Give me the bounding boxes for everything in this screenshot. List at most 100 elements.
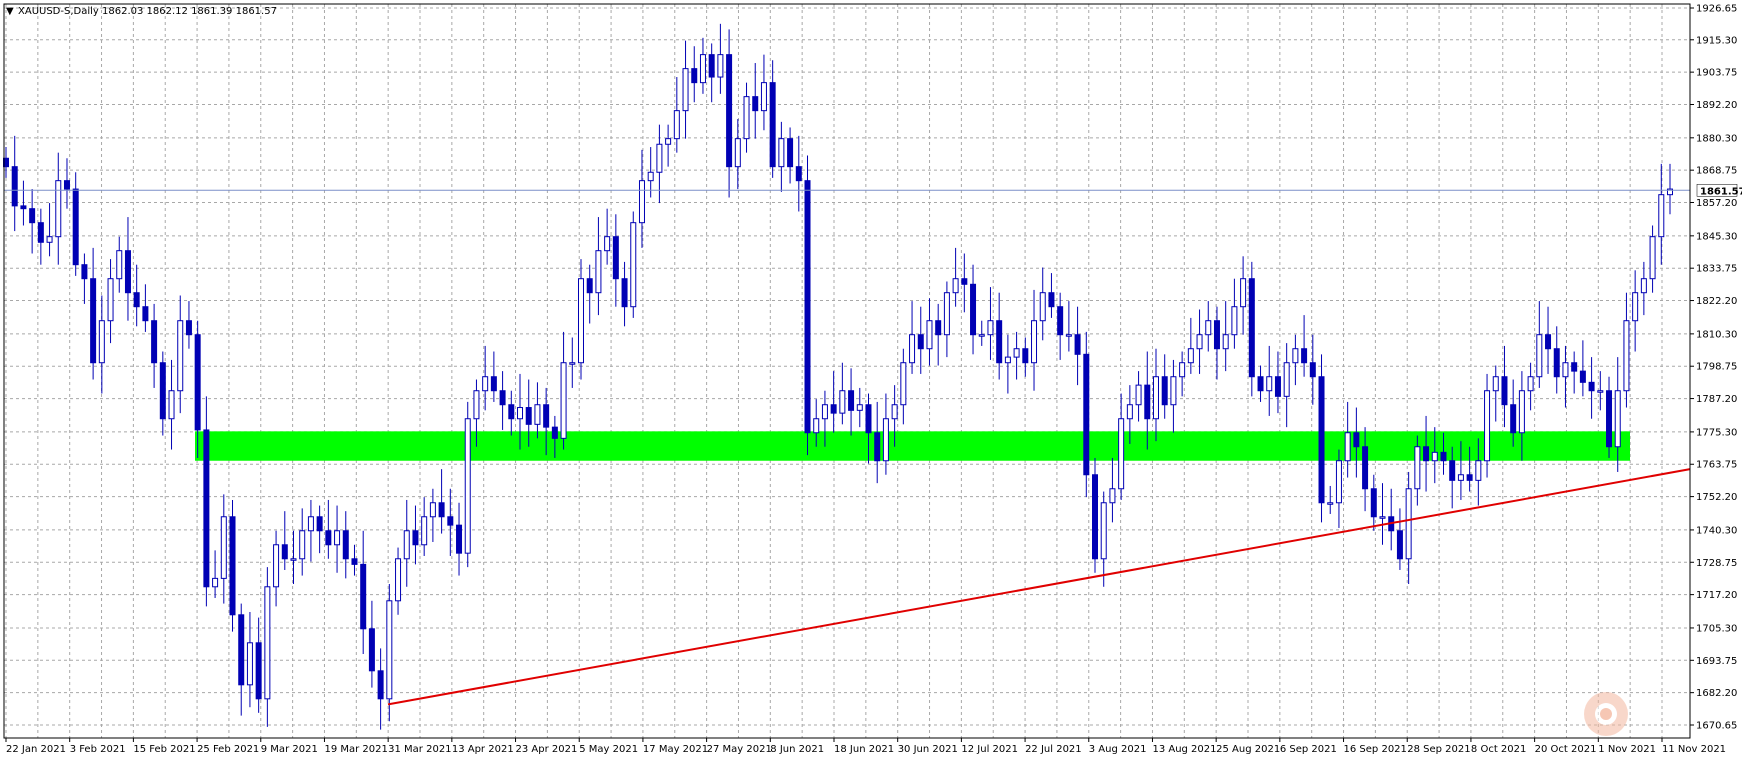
- x-tick-label: 13 Apr 2021: [452, 744, 514, 755]
- candle-body: [1126, 404, 1133, 420]
- y-tick-label: 1903.75: [1696, 68, 1737, 79]
- candle-body: [351, 558, 358, 565]
- x-tick-label: 28 Sep 2021: [1407, 744, 1470, 755]
- y-tick-label: 1880.30: [1696, 133, 1737, 144]
- candle-body: [752, 96, 759, 112]
- candle-body: [1039, 292, 1046, 322]
- candle-body: [804, 180, 811, 434]
- candle-body: [1423, 446, 1430, 462]
- candle-body: [1597, 390, 1604, 393]
- y-tick-label: 1822.20: [1696, 296, 1737, 307]
- candle-body: [1118, 418, 1125, 490]
- candle-body: [543, 404, 550, 428]
- candle-body: [604, 236, 611, 252]
- candle-body: [377, 670, 384, 700]
- candle-body: [447, 516, 454, 526]
- x-tick-label: 3 Aug 2021: [1089, 744, 1147, 755]
- candle-body: [1283, 362, 1290, 397]
- candle-body: [299, 530, 306, 560]
- candle-body: [1518, 390, 1525, 434]
- candle-body: [787, 138, 794, 168]
- x-tick-label: 13 Aug 2021: [1152, 744, 1216, 755]
- candle-body: [970, 283, 977, 336]
- candle-body: [29, 208, 36, 224]
- candle-body: [708, 54, 715, 78]
- y-tick-label: 1798.75: [1696, 362, 1737, 373]
- candle-body: [229, 516, 236, 616]
- candle-body: [717, 54, 724, 78]
- candle-body: [177, 320, 184, 392]
- candle-body: [464, 418, 471, 554]
- candle-body: [778, 138, 785, 168]
- x-tick-label: 5 May 2021: [579, 744, 638, 755]
- watermark-logo: [1584, 692, 1628, 736]
- x-tick-label: 18 Jun 2021: [834, 744, 894, 755]
- candle-body: [1057, 306, 1064, 336]
- candle-body: [194, 334, 201, 431]
- candle-body: [1623, 320, 1630, 392]
- candle-body: [638, 180, 645, 224]
- candle-body: [107, 278, 114, 322]
- candle-body: [1440, 451, 1447, 462]
- candle-body: [508, 404, 515, 420]
- candle-body: [734, 138, 741, 168]
- candle: [1248, 261, 1255, 397]
- candle-body: [72, 188, 79, 266]
- x-tick-label: 22 Jan 2021: [6, 744, 66, 755]
- candle-body: [246, 642, 253, 686]
- candle-body: [438, 502, 445, 518]
- candle-body: [882, 418, 889, 462]
- candle-body: [769, 82, 776, 168]
- candle-body: [334, 530, 341, 546]
- candle-body: [647, 171, 654, 182]
- candle-body: [1588, 381, 1595, 392]
- candle-body: [1022, 348, 1029, 364]
- y-tick-label: 1845.30: [1696, 231, 1737, 242]
- candle-body: [11, 166, 18, 207]
- y-tick-label: 1728.75: [1696, 558, 1737, 569]
- candle-body: [1231, 306, 1238, 336]
- candle-body: [255, 642, 262, 700]
- x-tick-label: 25 Aug 2021: [1216, 744, 1280, 755]
- candle-body: [517, 407, 524, 420]
- candle-body: [1545, 334, 1552, 350]
- candle-body: [1196, 334, 1203, 350]
- candle-body: [1205, 320, 1212, 336]
- candle-body: [1065, 334, 1072, 337]
- chart[interactable]: 1926.65 1915.30 1903.75 1892.20 1880.30 1868.…: [0, 0, 1742, 763]
- candle-body: [760, 82, 767, 112]
- x-tick-label: 9 Mar 2021: [261, 744, 318, 755]
- candle-body: [81, 264, 88, 280]
- candle-body: [1335, 460, 1342, 504]
- chart-canvas[interactable]: 1926.65 1915.30 1903.75 1892.20 1880.30 1868.…: [0, 0, 1742, 763]
- x-tick-label: 27 May 2021: [707, 744, 772, 755]
- candle-body: [1362, 446, 1369, 490]
- candle-body: [987, 320, 994, 336]
- candle-body: [909, 334, 916, 364]
- candle-body: [1370, 488, 1377, 518]
- y-tick-label: 1892.20: [1696, 100, 1737, 111]
- candle-body: [63, 180, 70, 190]
- candle-body: [1266, 376, 1273, 392]
- candle-body: [795, 166, 802, 182]
- candle-body: [307, 516, 314, 532]
- candle-body: [743, 96, 750, 140]
- candle-body: [124, 250, 131, 294]
- candle-body: [1344, 432, 1351, 462]
- x-tick-label: 12 Jul 2021: [961, 744, 1018, 755]
- y-tick-label: 1810.30: [1696, 329, 1737, 340]
- x-tick-label: 3 Feb 2021: [70, 744, 126, 755]
- dropdown-triangle-icon[interactable]: ▼: [6, 6, 14, 17]
- candle-body: [1510, 404, 1517, 434]
- candle-body: [699, 54, 706, 84]
- x-tick-label: 22 Jul 2021: [1025, 744, 1082, 755]
- candle-body: [726, 54, 733, 168]
- current-price-label: 1861.57: [1696, 184, 1742, 197]
- y-tick-label: 1682.20: [1696, 688, 1737, 699]
- candle-body: [1536, 334, 1543, 378]
- candle: [464, 401, 471, 568]
- candle-body: [316, 516, 323, 532]
- x-tick-label: 8 Oct 2021: [1471, 744, 1526, 755]
- candle-body: [1083, 353, 1090, 476]
- current-price-label-text: 1861.57: [1700, 186, 1742, 197]
